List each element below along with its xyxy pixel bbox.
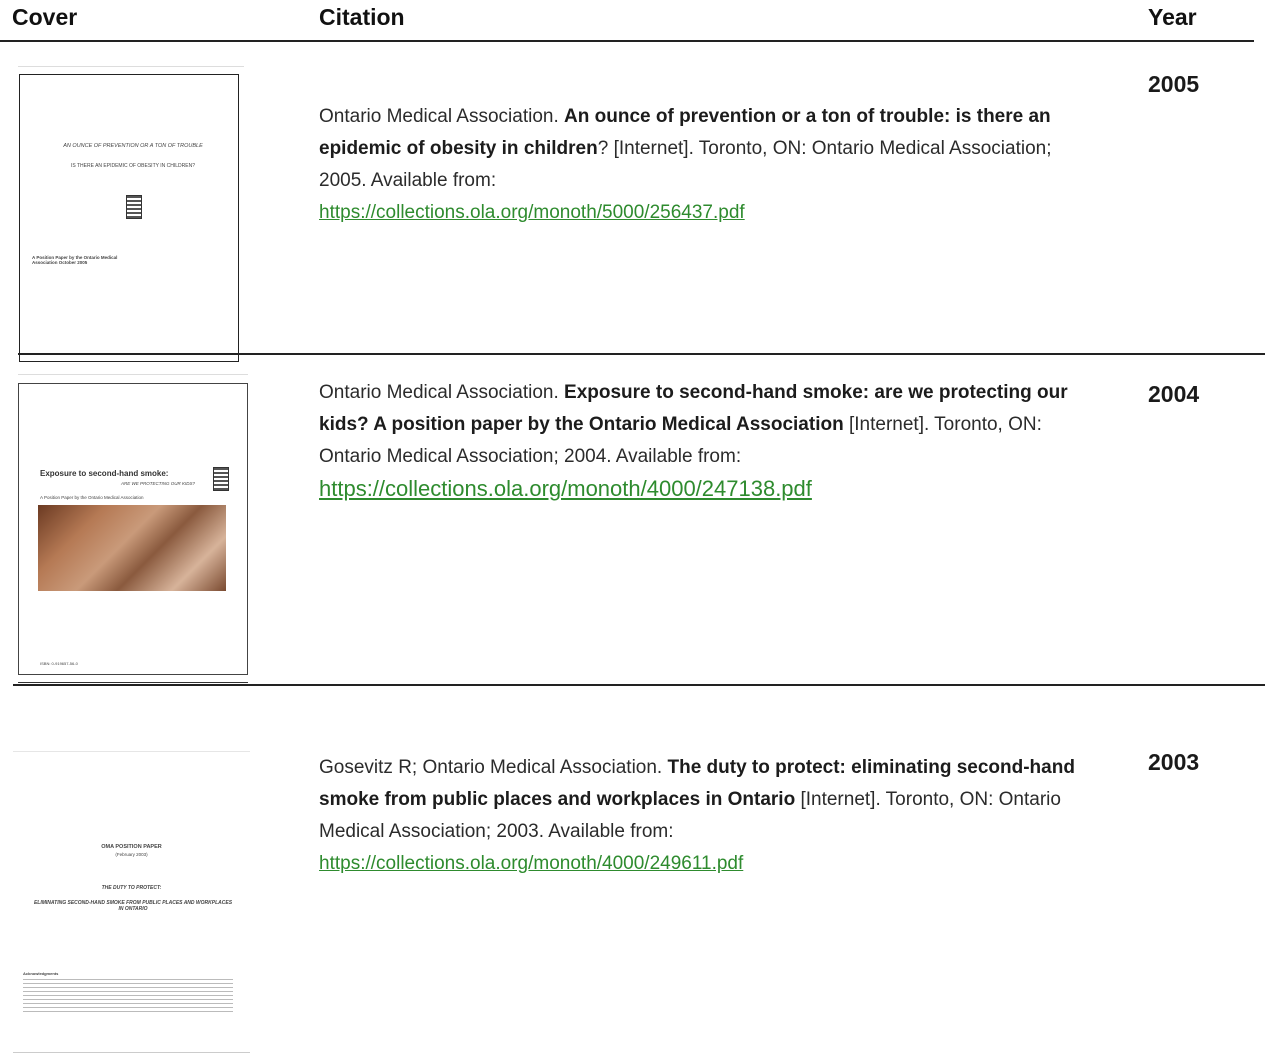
citation-column-header: Citation xyxy=(319,4,405,30)
cover-title: Exposure to second-hand smoke: xyxy=(40,469,169,478)
table-header: Cover Citation Year xyxy=(0,0,1265,42)
cover-title: AN OUNCE OF PREVENTION OR A TON OF TROUB… xyxy=(63,143,203,149)
year-column-header: Year xyxy=(1148,4,1197,30)
oma-crest-icon xyxy=(126,195,142,219)
row-divider xyxy=(13,684,1265,686)
pdf-link-2004[interactable]: https://collections.ola.org/monoth/4000/… xyxy=(319,476,812,501)
cover-subtitle: ARE WE PROTECTING OUR KIDS? xyxy=(120,481,195,486)
cover-photo xyxy=(38,505,226,591)
cover-date: (February 2003) xyxy=(115,852,148,857)
cover-thumbnail-2004[interactable]: Exposure to second-hand smoke: ARE WE PR… xyxy=(18,374,248,683)
year-2003: 2003 xyxy=(1148,749,1200,775)
citation-2004: Ontario Medical Association. Exposure to… xyxy=(319,377,1094,507)
cover-body-text xyxy=(23,979,233,1015)
header-divider xyxy=(0,40,1254,42)
row-divider xyxy=(18,353,1265,355)
year-2004: 2004 xyxy=(1148,381,1200,407)
citation-2003: Gosevitz R; Ontario Medical Association.… xyxy=(319,752,1094,880)
cover-tagline: ELIMINATING SECOND-HAND SMOKE FROM PUBLI… xyxy=(33,900,233,912)
year-2005: 2005 xyxy=(1148,71,1200,97)
pdf-link-2003[interactable]: https://collections.ola.org/monoth/4000/… xyxy=(319,853,743,874)
cover-title: OMA POSITION PAPER xyxy=(101,844,162,850)
cover-footer: Acknowledgments xyxy=(23,971,59,976)
cover-footer: A Position Paper by the Ontario Medical … xyxy=(32,255,118,265)
cover-thumbnail-2005[interactable]: AN OUNCE OF PREVENTION OR A TON OF TROUB… xyxy=(18,66,244,362)
cover-subtitle: IS THERE AN EPIDEMIC OF OBESITY IN CHILD… xyxy=(70,163,195,169)
cover-tagline: A Position Paper by the Ontario Medical … xyxy=(40,495,144,500)
cover-thumbnail-2003[interactable]: OMA POSITION PAPER (February 2003) THE D… xyxy=(13,751,250,1053)
cover-isbn: ISBN: 0-919657-56-0 xyxy=(40,661,78,666)
oma-crest-icon xyxy=(213,467,229,491)
cover-column-header: Cover xyxy=(12,4,78,30)
cover-subtitle: THE DUTY TO PROTECT: xyxy=(101,885,162,891)
citation-author: Gosevitz R; Ontario Medical Association. xyxy=(319,757,668,778)
citation-2005: Ontario Medical Association. An ounce of… xyxy=(319,101,1094,229)
citation-author: Ontario Medical Association. xyxy=(319,382,565,403)
citation-author: Ontario Medical Association. xyxy=(319,106,565,127)
pdf-link-2005[interactable]: https://collections.ola.org/monoth/5000/… xyxy=(319,202,745,223)
